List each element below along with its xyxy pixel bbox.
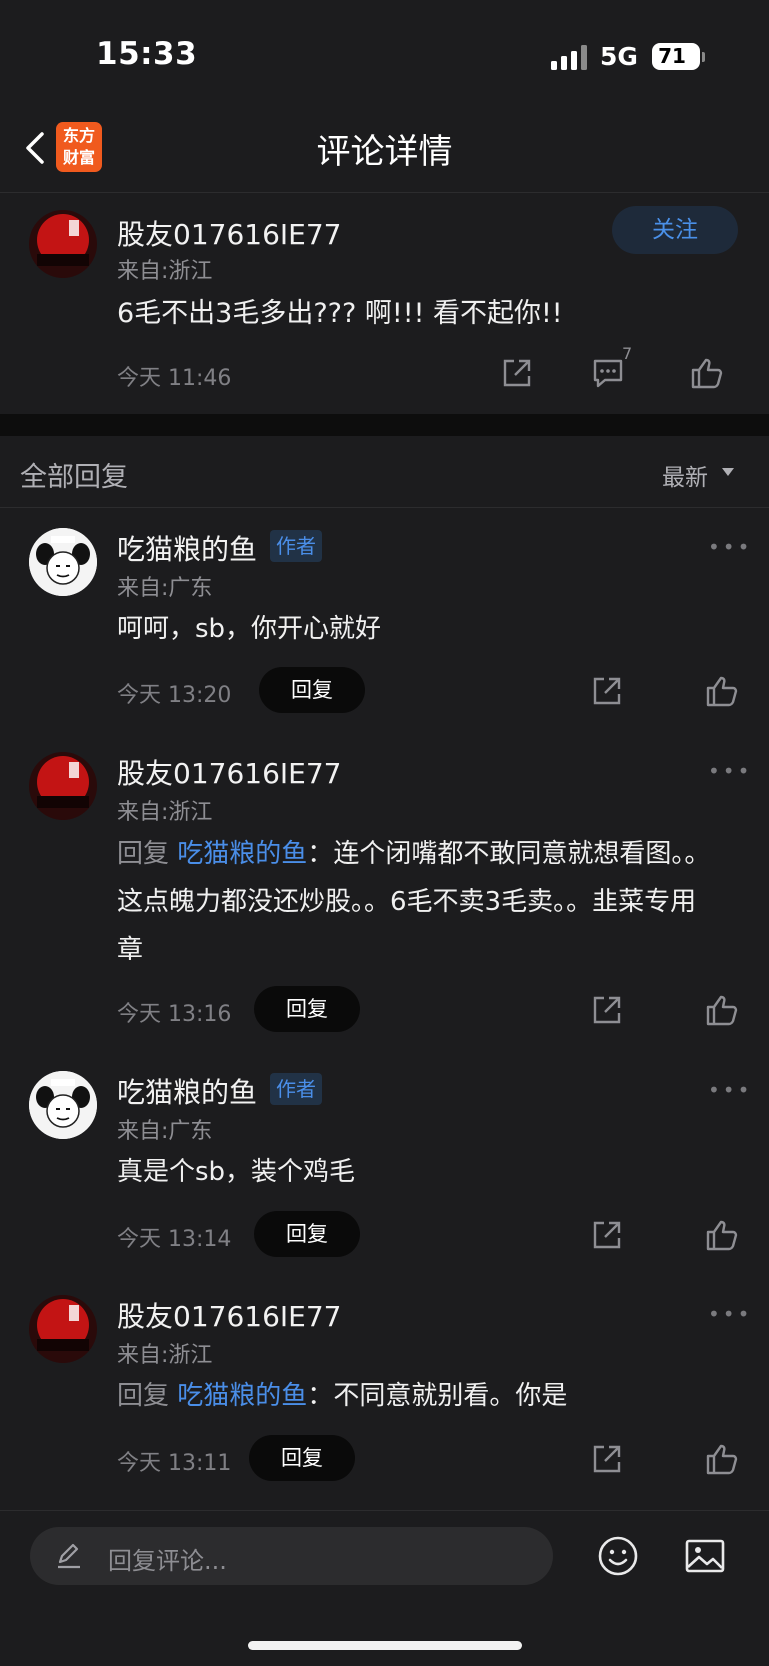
comment-content: 6毛不出3毛多出??? 啊!!! 看不起你!! [117, 298, 563, 329]
comment-time: 今天 11:46 [117, 366, 232, 391]
user-name[interactable]: 吃猫粮的鱼 [117, 528, 257, 568]
page-title: 评论详情 [316, 132, 453, 172]
reply-button[interactable]: 回复 [259, 667, 365, 713]
author-badge: 作者 [270, 1073, 322, 1105]
sort-dropdown[interactable]: 最新 [662, 458, 708, 492]
reply-text: 不同意就别看。你是 [333, 1381, 568, 1411]
user-location: 来自:浙江 [117, 1343, 213, 1368]
reply-time: 今天 13:20 [117, 683, 232, 708]
user-name[interactable]: 吃猫粮的鱼 [117, 1071, 257, 1111]
reply-colon: ： [307, 839, 334, 869]
reply-content: 真是个sb，装个鸡毛 [117, 1157, 356, 1187]
share-icon[interactable] [590, 674, 624, 708]
battery-cap [702, 52, 705, 62]
image-icon[interactable] [684, 1535, 726, 1577]
like-icon[interactable] [705, 1218, 739, 1252]
avatar[interactable] [29, 752, 97, 820]
reply-input-placeholder[interactable]: 回复评论... [108, 1541, 227, 1576]
avatar[interactable] [29, 528, 97, 596]
status-time: 15:33 [96, 36, 198, 72]
share-icon[interactable] [500, 356, 534, 390]
network-label: 5G [600, 42, 638, 71]
like-icon[interactable] [690, 356, 724, 390]
more-icon[interactable]: ••• [708, 1078, 752, 1102]
follow-button[interactable]: 关注 [612, 206, 738, 254]
more-icon[interactable]: ••• [708, 1302, 752, 1326]
more-icon[interactable]: ••• [708, 535, 752, 559]
comment-icon[interactable] [591, 356, 625, 390]
battery-level: 71 [658, 44, 686, 68]
mention-link[interactable]: 吃猫粮的鱼 [177, 1381, 307, 1411]
reply-button[interactable]: 回复 [254, 1211, 360, 1257]
like-icon[interactable] [705, 1442, 739, 1476]
home-indicator [248, 1641, 522, 1650]
avatar[interactable] [29, 1295, 97, 1363]
reply-time: 今天 13:11 [117, 1451, 232, 1476]
replies-header-title: 全部回复 [20, 462, 128, 493]
user-location: 来自:广东 [117, 576, 213, 601]
more-icon[interactable]: ••• [708, 759, 752, 783]
nav-divider [0, 192, 769, 193]
reply-content: 回复 吃猫粮的鱼：不同意就别看。你是 [117, 1372, 717, 1420]
mention-link[interactable]: 吃猫粮的鱼 [177, 839, 307, 869]
like-icon[interactable] [705, 993, 739, 1027]
avatar[interactable] [29, 1071, 97, 1139]
reply-prefix: 回复 [117, 1381, 170, 1411]
reply-content: 呵呵，sb，你开心就好 [117, 614, 382, 644]
user-name[interactable]: 股友017616IE77 [117, 752, 341, 792]
like-icon[interactable] [705, 674, 739, 708]
user-name[interactable]: 股友017616IE77 [117, 213, 341, 253]
share-icon[interactable] [590, 993, 624, 1027]
reply-count: 7 [622, 344, 633, 363]
user-location: 来自:浙江 [117, 800, 213, 825]
header-divider [0, 507, 769, 508]
reply-time: 今天 13:16 [117, 1002, 232, 1027]
reply-content: 回复 吃猫粮的鱼：连个闭嘴都不敢同意就想看图。。这点魄力都没还炒股。。6毛不卖3… [117, 830, 717, 974]
reply-button[interactable]: 回复 [249, 1435, 355, 1481]
reply-prefix: 回复 [117, 839, 170, 869]
avatar[interactable] [29, 210, 97, 278]
chevron-down-icon[interactable] [722, 468, 734, 476]
author-badge: 作者 [270, 530, 322, 562]
reply-colon: ： [307, 1381, 334, 1411]
reply-time: 今天 13:14 [117, 1227, 232, 1252]
emoji-icon[interactable] [596, 1534, 640, 1578]
user-location: 来自:浙江 [117, 259, 213, 284]
user-name[interactable]: 股友017616IE77 [117, 1295, 341, 1335]
share-icon[interactable] [590, 1218, 624, 1252]
signal-icon [551, 44, 591, 70]
battery-icon: 71 [652, 43, 700, 70]
pen-icon [54, 1540, 84, 1570]
reply-button[interactable]: 回复 [254, 986, 360, 1032]
share-icon[interactable] [590, 1442, 624, 1476]
section-gap [0, 414, 769, 436]
user-location: 来自:广东 [117, 1119, 213, 1144]
